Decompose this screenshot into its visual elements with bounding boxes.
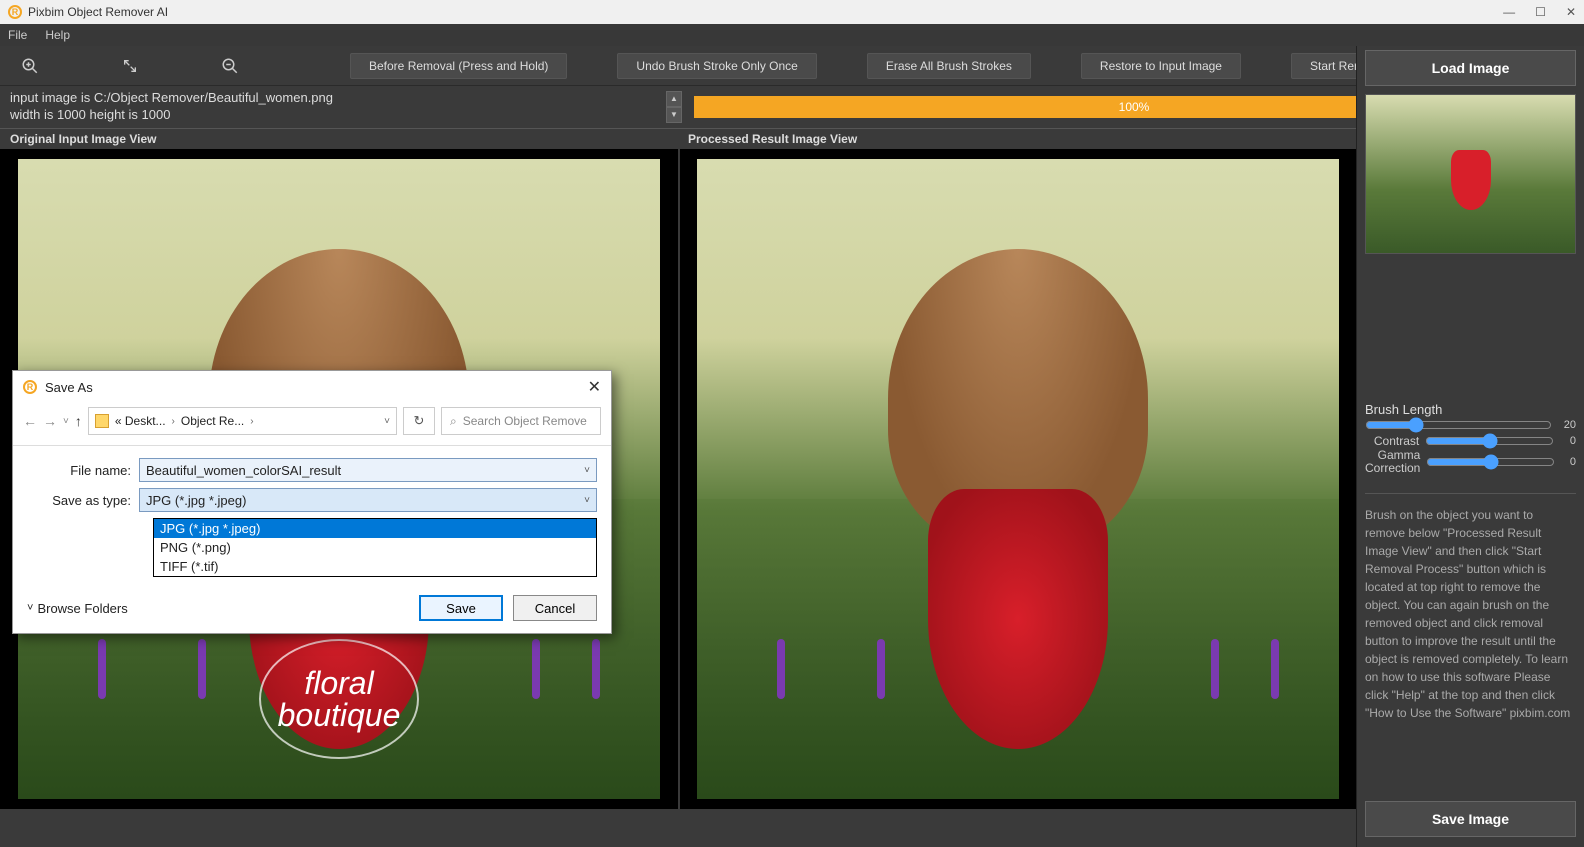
spinner-down-icon[interactable]: ▼ xyxy=(666,107,682,123)
filetype-option-tiff[interactable]: TIFF (*.tif) xyxy=(154,557,596,576)
processed-view-label: Processed Result Image View xyxy=(688,132,857,146)
thumbnail[interactable] xyxy=(1365,94,1576,254)
filetype-field[interactable]: JPG (*.jpg *.jpeg) ˅ xyxy=(139,488,597,512)
save-image-button[interactable]: Save Image xyxy=(1365,801,1576,837)
gamma-slider[interactable] xyxy=(1426,454,1555,470)
menu-file[interactable]: File xyxy=(8,28,27,42)
filename-field[interactable]: Beautiful_women_colorSAI_result ˅ xyxy=(139,458,597,482)
maximize-icon[interactable]: ☐ xyxy=(1535,5,1546,19)
crumb-desktop[interactable]: « Deskt... xyxy=(115,414,166,428)
brush-length-value: 20 xyxy=(1558,419,1576,431)
erase-all-button[interactable]: Erase All Brush Strokes xyxy=(867,53,1031,79)
info-row: input image is C:/Object Remover/Beautif… xyxy=(0,86,1584,129)
progress-value: 100% xyxy=(1119,100,1150,114)
load-image-button[interactable]: Load Image xyxy=(1365,50,1576,86)
toolbar: Before Removal (Press and Hold) Undo Bru… xyxy=(0,46,1584,86)
filetype-option-jpg[interactable]: JPG (*.jpg *.jpeg) xyxy=(154,519,596,538)
undo-brush-button[interactable]: Undo Brush Stroke Only Once xyxy=(617,53,816,79)
zoom-in-icon[interactable] xyxy=(10,52,50,80)
restore-button[interactable]: Restore to Input Image xyxy=(1081,53,1241,79)
spinner-up-icon[interactable]: ▲ xyxy=(666,91,682,107)
crumb-folder[interactable]: Object Re... xyxy=(181,414,244,428)
chevron-right-icon: › xyxy=(172,416,175,427)
cancel-button[interactable]: Cancel xyxy=(513,595,597,621)
view-labels: Original Input Image View Processed Resu… xyxy=(0,129,1584,149)
breadcrumb[interactable]: « Deskt... › Object Re... › ˅ xyxy=(88,407,397,435)
folder-icon xyxy=(95,414,109,428)
contrast-value: 0 xyxy=(1560,435,1576,447)
chevron-down-icon: ˅ xyxy=(27,602,33,614)
dialog-title: Save As xyxy=(45,380,93,395)
input-image-dims: width is 1000 height is 1000 xyxy=(10,107,662,124)
contrast-label: Contrast xyxy=(1365,434,1419,448)
search-placeholder: Search Object Remove xyxy=(463,414,587,428)
brush-length-slider[interactable] xyxy=(1365,417,1552,433)
filetype-dropdown[interactable]: JPG (*.jpg *.jpeg) PNG (*.png) TIFF (*.t… xyxy=(153,518,597,577)
before-removal-button[interactable]: Before Removal (Press and Hold) xyxy=(350,53,567,79)
help-text: Brush on the object you want to remove b… xyxy=(1365,493,1576,722)
contrast-slider[interactable] xyxy=(1425,433,1554,449)
filetype-option-png[interactable]: PNG (*.png) xyxy=(154,538,596,557)
nav-back-icon[interactable]: ← xyxy=(23,413,37,429)
filename-label: File name: xyxy=(27,463,139,478)
browse-folders[interactable]: ˅ Browse Folders xyxy=(27,601,128,616)
original-view-label: Original Input Image View xyxy=(10,132,688,146)
menubar: File Help xyxy=(0,24,1584,46)
nav-up-icon[interactable]: ↑ xyxy=(75,413,82,429)
save-button[interactable]: Save xyxy=(419,595,503,621)
input-image-path: input image is C:/Object Remover/Beautif… xyxy=(10,90,662,107)
app-logo-icon: R xyxy=(8,5,22,19)
watermark-floral: floralboutique xyxy=(259,639,419,759)
nav-dropdown-icon[interactable]: ˅ xyxy=(63,416,69,427)
nav-forward-icon[interactable]: → xyxy=(43,413,57,429)
gamma-value: 0 xyxy=(1561,456,1576,468)
filename-dropdown-icon[interactable]: ˅ xyxy=(584,465,590,476)
dialog-close-icon[interactable]: ✕ xyxy=(588,377,601,397)
filetype-value: JPG (*.jpg *.jpeg) xyxy=(146,493,246,508)
dialog-logo-icon: R xyxy=(23,380,37,394)
titlebar: R Pixbim Object Remover AI — ☐ ✕ xyxy=(0,0,1584,24)
brush-length-label: Brush Length xyxy=(1365,402,1576,417)
minimize-icon[interactable]: — xyxy=(1503,5,1515,19)
zoom-out-icon[interactable] xyxy=(210,52,250,80)
save-as-dialog: R Save As ✕ ← → ˅ ↑ « Deskt... › Object … xyxy=(12,370,612,634)
search-icon: ⌕ xyxy=(450,414,457,429)
fullscreen-icon[interactable] xyxy=(110,52,150,80)
close-icon[interactable]: ✕ xyxy=(1566,5,1576,19)
app-title: Pixbim Object Remover AI xyxy=(28,5,168,19)
sidebar: Load Image Brush Length 20 Contrast 0 Ga… xyxy=(1356,46,1584,847)
processed-view[interactable] xyxy=(678,149,1356,809)
gamma-label: Gamma Correction xyxy=(1365,449,1420,475)
chevron-right-icon: › xyxy=(250,416,253,427)
search-input[interactable]: ⌕ Search Object Remove xyxy=(441,407,601,435)
menu-help[interactable]: Help xyxy=(45,28,70,42)
crumb-dropdown-icon[interactable]: ˅ xyxy=(384,416,390,427)
filetype-dropdown-icon[interactable]: ˅ xyxy=(584,495,590,506)
refresh-icon[interactable]: ↻ xyxy=(403,407,435,435)
filetype-label: Save as type: xyxy=(27,493,139,508)
processed-image xyxy=(697,159,1339,799)
spinner[interactable]: ▲ ▼ xyxy=(666,91,682,123)
filename-value: Beautiful_women_colorSAI_result xyxy=(146,463,341,478)
